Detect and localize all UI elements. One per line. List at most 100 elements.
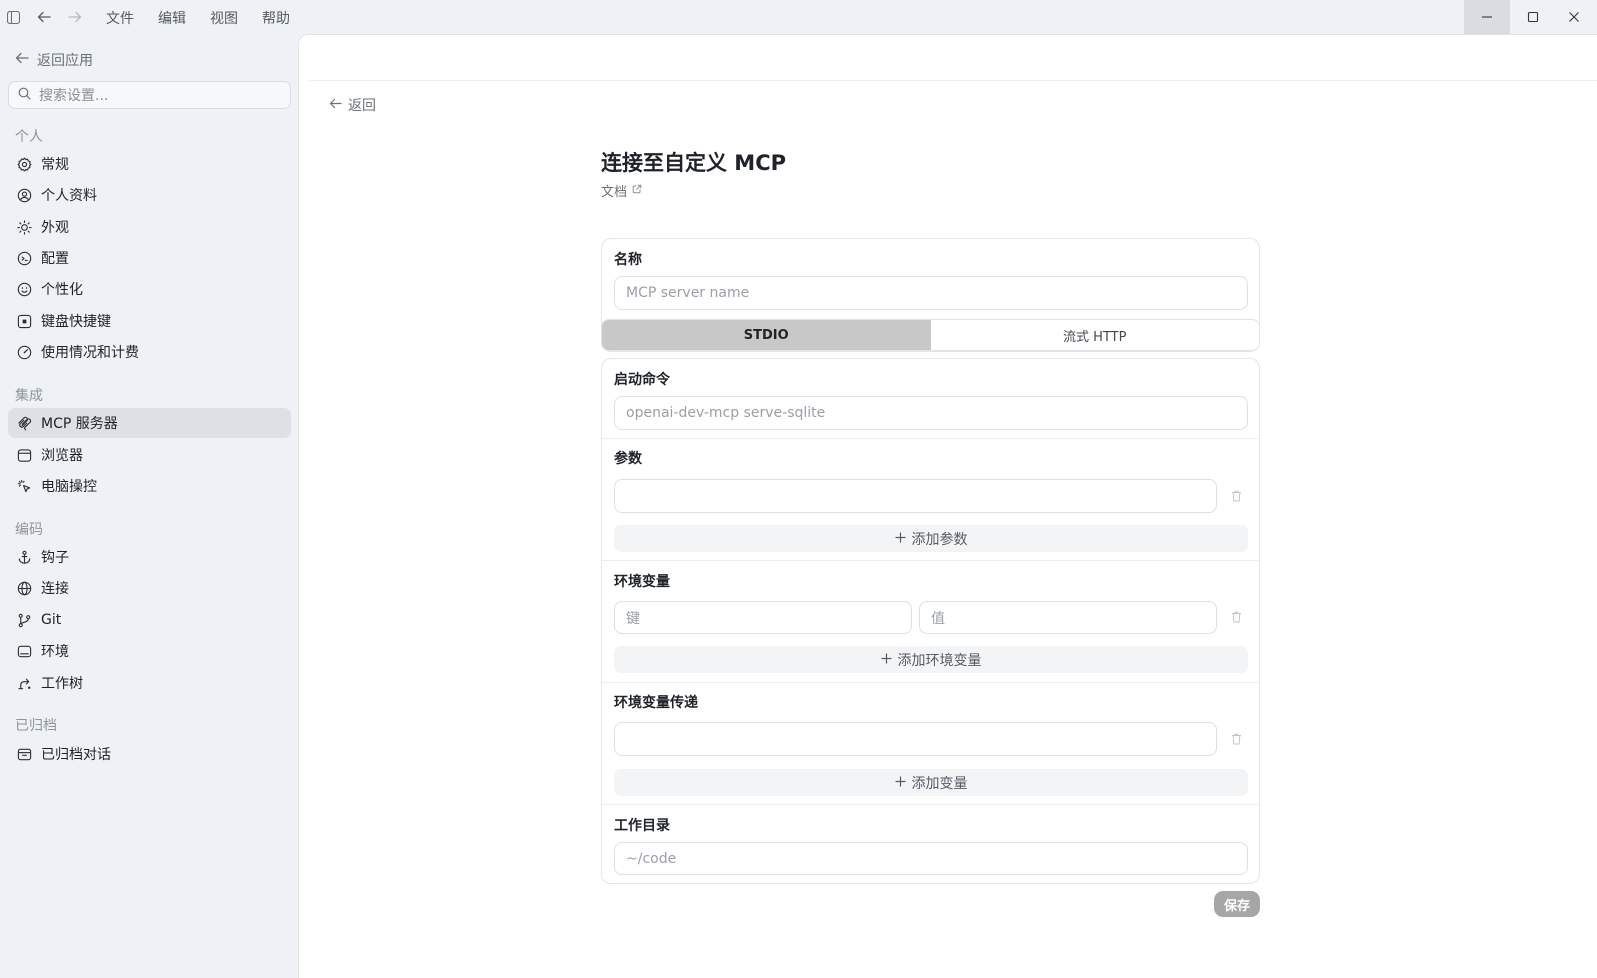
menu-file[interactable]: 文件 xyxy=(106,8,134,28)
gear-icon xyxy=(16,156,32,172)
trash-icon[interactable] xyxy=(1229,610,1243,624)
sidebar-item-computer-use[interactable]: 电脑操控 xyxy=(8,471,291,501)
sidebar-item-archived-chats[interactable]: 已归档对话 xyxy=(8,739,291,769)
sidebar-item-label: 使用情况和计费 xyxy=(41,345,139,361)
back-to-app-link[interactable]: 返回应用 xyxy=(15,50,93,70)
sidebar-item-label: 工作树 xyxy=(41,676,83,692)
sidebar-item-config[interactable]: 配置 xyxy=(8,243,291,273)
env-passthrough-input[interactable] xyxy=(614,722,1217,756)
sidebar-item-label: 常规 xyxy=(41,157,69,173)
arrow-left-icon xyxy=(15,52,29,68)
transport-option-http[interactable]: 流式 HTTP xyxy=(931,320,1260,350)
settings-main-panel: 返回 连接至自定义 MCP 文档 名称 MCP server name STDI… xyxy=(298,34,1597,978)
worktree-icon xyxy=(16,675,32,691)
transport-option-stdio[interactable]: STDIO xyxy=(602,320,931,350)
env-label: 环境变量 xyxy=(614,574,670,590)
plus-icon xyxy=(894,775,906,791)
stdio-config-card: 启动命令 openai-dev-mcp serve-sqlite 参数 添加参数… xyxy=(601,358,1260,884)
browser-icon xyxy=(16,447,32,463)
settings-sidebar: 返回应用 搜索设置... 个人 常规 个人资料 外观 配置 个性化 键盘快捷键 … xyxy=(0,34,298,978)
sidebar-item-label: 钩子 xyxy=(41,550,69,566)
sidebar-item-label: 外观 xyxy=(41,220,69,236)
menu-view[interactable]: 视图 xyxy=(210,8,238,28)
external-link-icon xyxy=(632,183,642,198)
page-title: 连接至自定义 MCP xyxy=(601,151,787,175)
add-arg-button[interactable]: 添加参数 xyxy=(614,525,1248,552)
back-link-label: 返回 xyxy=(348,98,376,114)
add-passthrough-label: 添加变量 xyxy=(911,775,968,792)
transport-toggle: STDIO 流式 HTTP xyxy=(601,319,1260,351)
sidebar-item-connections[interactable]: 连接 xyxy=(8,573,291,603)
sun-icon xyxy=(16,219,32,235)
gauge-icon xyxy=(16,344,32,360)
menu-edit[interactable]: 编辑 xyxy=(158,8,186,28)
sidebar-item-profile[interactable]: 个人资料 xyxy=(8,180,291,210)
name-label: 名称 xyxy=(614,252,642,268)
env-key-placeholder: 键 xyxy=(626,610,640,627)
sidebar-item-appearance[interactable]: 外观 xyxy=(8,212,291,242)
trash-icon[interactable] xyxy=(1229,732,1243,746)
minimize-button[interactable] xyxy=(1464,0,1510,34)
sidebar-item-mcp-servers[interactable]: MCP 服务器 xyxy=(8,408,291,438)
menu-help[interactable]: 帮助 xyxy=(262,8,290,28)
sidebar-item-git[interactable]: Git xyxy=(8,605,291,635)
section-divider xyxy=(602,682,1259,683)
archive-icon xyxy=(16,746,32,762)
save-button[interactable]: 保存 xyxy=(1214,891,1260,917)
workdir-input[interactable]: ~/code xyxy=(614,842,1248,875)
sidebar-item-keyboard-shortcuts[interactable]: 键盘快捷键 xyxy=(8,306,291,336)
section-divider xyxy=(602,438,1259,439)
close-button[interactable] xyxy=(1551,0,1597,34)
nav-forward-icon[interactable] xyxy=(67,9,83,25)
command-input[interactable]: openai-dev-mcp serve-sqlite xyxy=(614,396,1248,430)
sidebar-item-label: 个性化 xyxy=(41,282,83,298)
sidebar-item-personalization[interactable]: 个性化 xyxy=(8,274,291,304)
sidebar-item-label: 已归档对话 xyxy=(41,747,111,763)
sidebar-item-general[interactable]: 常规 xyxy=(8,149,291,179)
server-name-input[interactable]: MCP server name xyxy=(614,276,1248,310)
env-passthrough-label: 环境变量传递 xyxy=(614,695,698,711)
nav-back-icon[interactable] xyxy=(36,9,52,25)
search-placeholder: 搜索设置... xyxy=(39,88,109,104)
globe-icon xyxy=(16,580,32,596)
cursor-sparkle-icon xyxy=(16,478,32,494)
sidebar-item-environment[interactable]: 环境 xyxy=(8,636,291,666)
env-value-placeholder: 值 xyxy=(931,610,945,627)
sidebar-item-usage-billing[interactable]: 使用情况和计费 xyxy=(8,337,291,367)
sidebar-item-worktree[interactable]: 工作树 xyxy=(8,668,291,698)
server-name-placeholder: MCP server name xyxy=(626,285,750,301)
sidebar-item-label: 连接 xyxy=(41,581,69,597)
sidebar-item-label: 电脑操控 xyxy=(41,479,97,495)
keyboard-icon xyxy=(16,313,32,329)
docs-link[interactable]: 文档 xyxy=(601,181,642,200)
trash-icon[interactable] xyxy=(1229,489,1243,503)
sidebar-toggle-icon[interactable] xyxy=(5,9,21,25)
sidebar-item-label: 浏览器 xyxy=(41,448,83,464)
workdir-label: 工作目录 xyxy=(614,818,670,834)
sidebar-item-label: 配置 xyxy=(41,251,69,267)
section-divider xyxy=(602,560,1259,561)
add-env-button[interactable]: 添加环境变量 xyxy=(614,646,1248,673)
add-arg-label: 添加参数 xyxy=(911,531,968,548)
env-key-input[interactable]: 键 xyxy=(614,601,912,634)
env-value-input[interactable]: 值 xyxy=(919,601,1217,634)
workdir-placeholder: ~/code xyxy=(626,850,677,867)
args-input[interactable] xyxy=(614,479,1217,513)
sidebar-item-label: Git xyxy=(41,612,62,628)
settings-search-input[interactable]: 搜索设置... xyxy=(8,81,291,109)
anchor-icon xyxy=(16,549,32,565)
maximize-button[interactable] xyxy=(1510,0,1556,34)
sidebar-item-label: 个人资料 xyxy=(41,188,97,204)
section-divider xyxy=(602,804,1259,805)
git-branch-icon xyxy=(16,612,32,628)
back-link[interactable]: 返回 xyxy=(329,95,376,115)
config-icon xyxy=(16,250,32,266)
search-icon xyxy=(18,87,31,104)
docs-link-label: 文档 xyxy=(601,185,628,200)
sidebar-item-hooks[interactable]: 钩子 xyxy=(8,542,291,572)
section-label-coding: 编码 xyxy=(15,522,43,538)
mcp-icon xyxy=(16,415,32,431)
add-passthrough-button[interactable]: 添加变量 xyxy=(614,769,1248,796)
sidebar-item-browser[interactable]: 浏览器 xyxy=(8,440,291,470)
section-label-integrations: 集成 xyxy=(15,388,43,404)
